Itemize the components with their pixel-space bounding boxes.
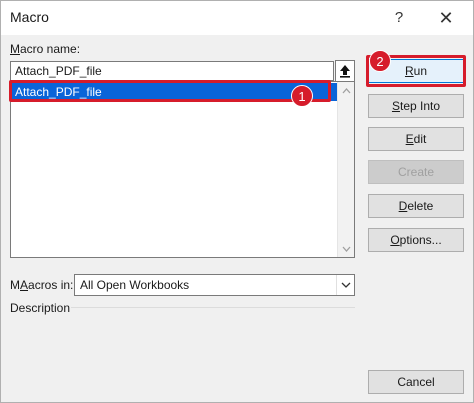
- step-into-button[interactable]: Step Into: [368, 94, 464, 118]
- close-icon[interactable]: ✕: [435, 7, 457, 29]
- cancel-button[interactable]: Cancel: [368, 370, 464, 394]
- macros-in-label: MAacros in:: [10, 278, 74, 292]
- collapse-button[interactable]: [335, 60, 355, 82]
- chevron-down-icon[interactable]: [336, 275, 354, 295]
- macro-list[interactable]: Attach_PDF_file: [10, 81, 355, 258]
- delete-button[interactable]: Delete: [368, 194, 464, 218]
- description-label: Description: [10, 301, 71, 315]
- step-badge-1: 1: [291, 85, 313, 107]
- upload-arrow-icon: [340, 65, 350, 78]
- step-badge-2: 2: [369, 50, 391, 72]
- list-scrollbar[interactable]: [337, 82, 354, 257]
- description-divider: [71, 307, 355, 308]
- edit-button[interactable]: Edit: [368, 127, 464, 151]
- help-icon[interactable]: ?: [389, 7, 409, 29]
- macro-dialog: Macro ? ✕ Macro name: Attach_PDF_file At…: [0, 0, 474, 403]
- scroll-down-icon[interactable]: [338, 240, 355, 257]
- options-button[interactable]: Options...: [368, 228, 464, 252]
- macro-name-label: Macro name:: [10, 42, 81, 56]
- scroll-up-icon[interactable]: [338, 82, 355, 99]
- create-button[interactable]: Create: [368, 160, 464, 184]
- macros-in-select[interactable]: All Open Workbooks: [74, 274, 355, 296]
- macro-name-input[interactable]: Attach_PDF_file: [10, 61, 334, 81]
- dialog-title: Macro: [10, 9, 49, 25]
- title-bar: Macro ? ✕: [1, 1, 473, 35]
- highlight-macro-item: [9, 80, 331, 102]
